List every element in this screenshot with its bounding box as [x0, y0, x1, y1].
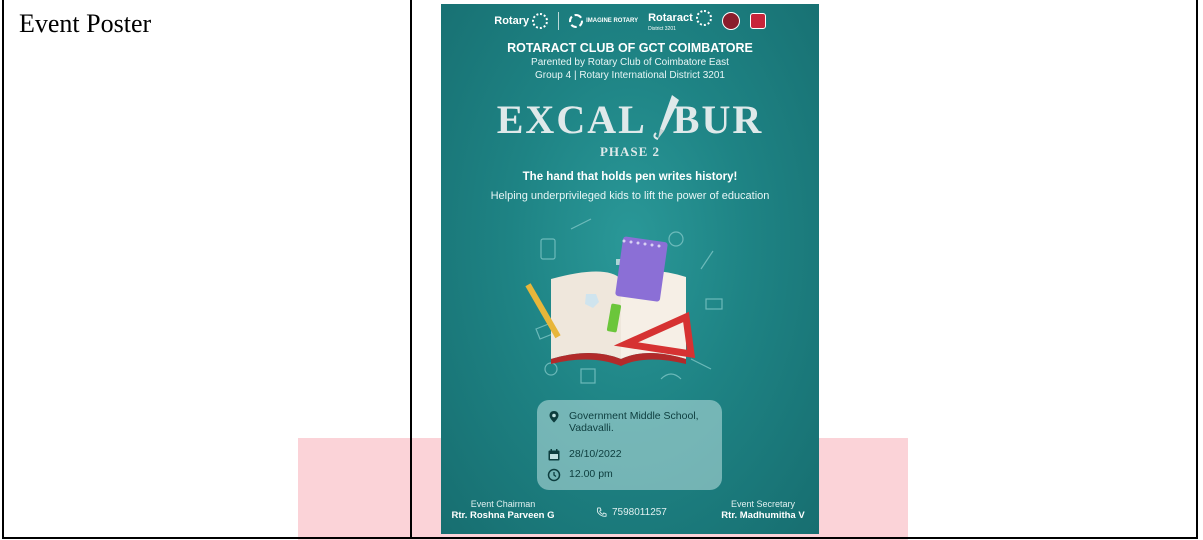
clock-icon: [547, 468, 561, 482]
rotaract-logo: Rotaract District 3201: [648, 10, 712, 32]
secretary-name: Rtr. Madhumitha V: [721, 510, 805, 521]
imagine-text: IMAGINE ROTARY: [586, 18, 639, 24]
phase-label: PHASE 2: [599, 144, 661, 159]
event-time: 12.00 pm: [569, 468, 613, 480]
column-divider: [410, 0, 412, 539]
secretary-role: Event Secretary: [730, 499, 796, 509]
event-title-right: BUR: [672, 97, 764, 142]
phone-block: 7598011257: [596, 507, 667, 518]
rotary-logo: Rotary: [494, 13, 549, 29]
rotaract-wheel-icon: [695, 10, 712, 26]
group-line: Group 4 | Rotary International District …: [535, 70, 725, 81]
location-line1: Government Middle School,: [569, 410, 699, 422]
phone-icon: [596, 507, 607, 517]
calendar-icon: [548, 449, 560, 461]
rotary-text: Rotary: [494, 15, 530, 27]
logo-bar: Rotary IMAGINE ROTARY Rotaract District …: [441, 8, 819, 34]
location-pin-icon: [549, 411, 559, 423]
club-badge-icon: [721, 12, 740, 30]
club-title: ROTARACT CLUB OF GCT COIMBATORE: [507, 41, 753, 55]
event-poster-image: Rotary IMAGINE ROTARY Rotaract District …: [441, 4, 819, 534]
gct-emblem-icon: [749, 13, 766, 29]
imagine-rotary-logo: IMAGINE ROTARY: [569, 14, 638, 28]
logo-separator: [558, 12, 560, 30]
event-title-left: EXCAL: [496, 97, 647, 142]
date-row: 28/10/2022: [547, 448, 622, 462]
time-row: 12.00 pm: [547, 468, 613, 482]
phone-number: 7598011257: [612, 507, 667, 518]
secretary-block: Event Secretary Rtr. Madhumitha V: [707, 499, 819, 521]
location-line2: Vadavalli.: [569, 422, 614, 434]
event-details-box: Government Middle School, Vadavalli. 28/…: [537, 400, 722, 490]
rotary-wheel-icon: [532, 13, 549, 29]
event-date: 28/10/2022: [569, 448, 622, 460]
parent-line: Parented by Rotary Club of Coimbatore Ea…: [531, 57, 729, 68]
chairman-role: Event Chairman: [470, 499, 536, 509]
location-row: Government Middle School, Vadavalli.: [547, 410, 699, 434]
district-text: District 3201: [648, 26, 676, 32]
chairman-block: Event Chairman Rtr. Roshna Parveen G: [447, 499, 559, 521]
club-subtitle: Parented by Rotary Club of Coimbatore Ea…: [441, 56, 819, 82]
pen-nib-icon: [653, 95, 679, 140]
event-title: EXCAL BUR: [441, 96, 819, 143]
rotaract-text: Rotaract: [648, 12, 693, 24]
tagline: The hand that holds pen writes history!: [522, 171, 738, 183]
row-label: Event Poster: [19, 9, 152, 38]
sun-icon: [569, 14, 584, 28]
sub-tagline: Helping underprivileged kids to lift the…: [490, 190, 770, 202]
chairman-name: Rtr. Roshna Parveen G: [451, 510, 555, 521]
school-supplies-illustration: [525, 218, 723, 384]
